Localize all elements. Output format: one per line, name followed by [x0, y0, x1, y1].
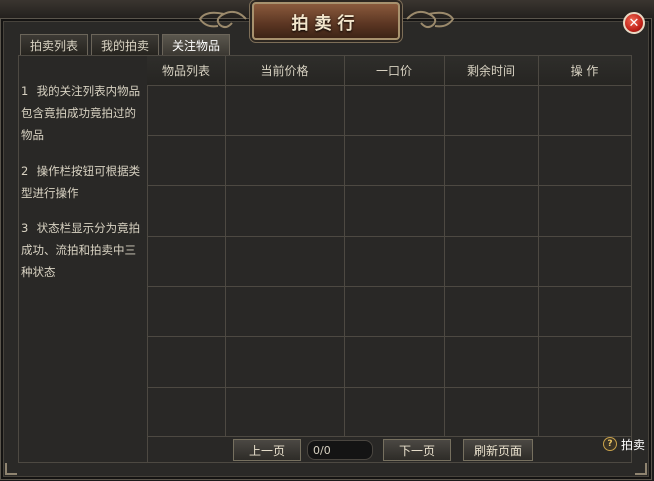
- column-divider: [344, 56, 345, 436]
- column-header-buyout-price[interactable]: 一口价: [344, 56, 444, 85]
- window-title-plate: 拍卖行: [252, 2, 400, 40]
- note-number: 1: [21, 84, 29, 98]
- column-header-current-price[interactable]: 当前价格: [225, 56, 344, 85]
- column-divider: [538, 56, 539, 436]
- note-number: 3: [21, 221, 29, 235]
- table-row: [147, 387, 631, 388]
- info-note: 1 我的关注列表内物品包含竟拍成功竟拍过的物品: [21, 80, 145, 146]
- info-note: 3 状态栏显示分为竟拍成功、流拍和拍卖中三种状态: [21, 217, 145, 283]
- content-panel: 1 我的关注列表内物品包含竟拍成功竟拍过的物品 2 操作栏按钮可根据类型进行操作…: [18, 55, 632, 463]
- watched-items-table: 物品列表 当前价格 一口价 剩余时间 操 作: [147, 56, 631, 436]
- table-row: [147, 236, 631, 237]
- tab-label: 拍卖列表: [30, 38, 79, 53]
- tab-my-auctions[interactable]: 我的拍卖: [91, 34, 160, 55]
- column-divider: [225, 56, 226, 436]
- window-title: 拍卖行: [291, 13, 361, 34]
- help-label: 拍卖: [621, 438, 646, 452]
- scroll-ornament-right-icon: [406, 10, 455, 29]
- corner-ornament: [635, 463, 647, 475]
- corner-ornament: [5, 463, 17, 475]
- note-number: 2: [21, 164, 29, 178]
- tab-label: 我的拍卖: [101, 38, 150, 53]
- close-button[interactable]: ✕: [623, 12, 645, 34]
- table-row: [147, 135, 631, 136]
- tab-watched-items[interactable]: 关注物品: [162, 34, 231, 55]
- tab-auction-list[interactable]: 拍卖列表: [20, 34, 89, 55]
- page-indicator-field: 0/0: [307, 440, 373, 460]
- table-row: [147, 185, 631, 186]
- table-row: [147, 286, 631, 287]
- column-divider: [444, 56, 445, 436]
- note-text: 状态栏显示分为竟拍成功、流拍和拍卖中三种状态: [21, 221, 141, 279]
- table-row: [147, 336, 631, 337]
- pagination-bar: 上一页 0/0 下一页 刷新页面: [147, 436, 631, 463]
- next-page-button[interactable]: 下一页: [383, 439, 451, 461]
- info-note: 2 操作栏按钮可根据类型进行操作: [21, 160, 145, 204]
- refresh-page-button[interactable]: 刷新页面: [463, 439, 533, 461]
- info-sidebar: 1 我的关注列表内物品包含竟拍成功竟拍过的物品 2 操作栏按钮可根据类型进行操作…: [19, 56, 148, 462]
- column-header-actions: 操 作: [570, 64, 599, 78]
- note-text: 操作栏按钮可根据类型进行操作: [21, 164, 141, 200]
- table-header-row: 物品列表 当前价格 一口价 剩余时间 操 作: [147, 56, 631, 86]
- close-icon: ✕: [628, 15, 640, 31]
- tab-label: 关注物品: [172, 38, 221, 53]
- column-header-item[interactable]: 物品列表: [147, 56, 225, 85]
- note-text: 我的关注列表内物品包含竟拍成功竟拍过的物品: [21, 84, 141, 142]
- column-header-time-left[interactable]: 剩余时间: [444, 56, 538, 85]
- help-icon[interactable]: ?: [603, 437, 617, 451]
- scroll-ornament-left-icon: [198, 10, 247, 29]
- tab-bar: 拍卖列表 我的拍卖 关注物品: [20, 34, 231, 55]
- prev-page-button[interactable]: 上一页: [233, 439, 301, 461]
